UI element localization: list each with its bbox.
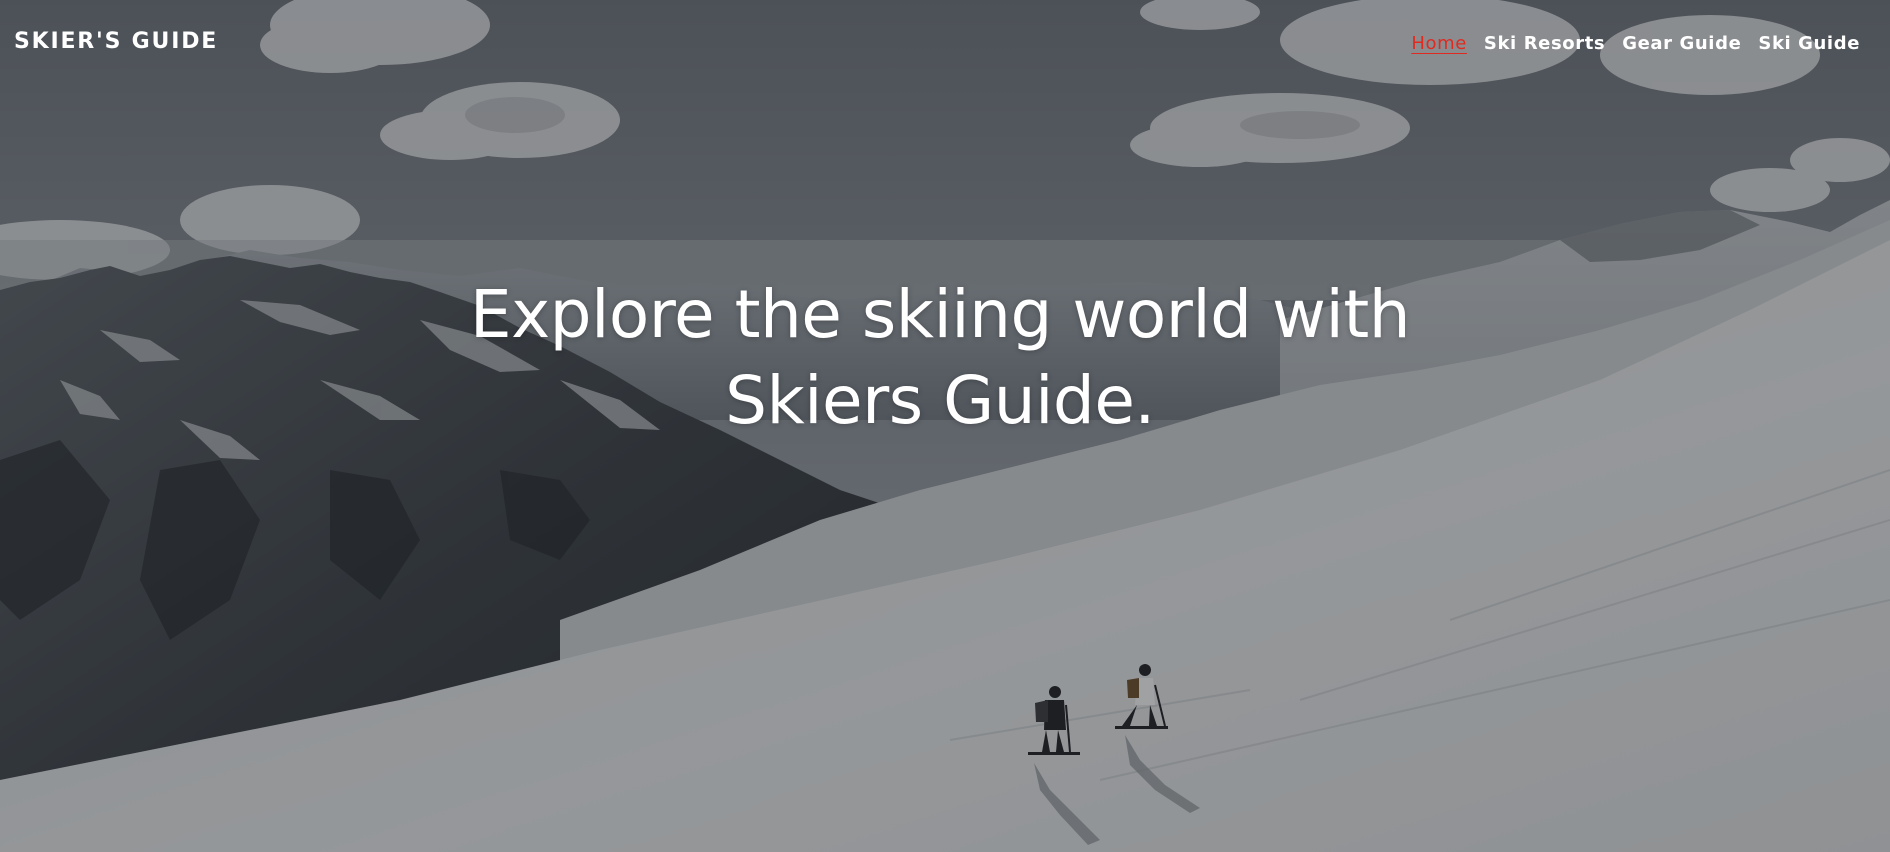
nav-link-home[interactable]: Home: [1411, 33, 1467, 54]
hero-section: SKIER'S GUIDE Home Ski Resorts Gear Guid…: [0, 0, 1890, 852]
nav-link-ski-guide[interactable]: Ski Guide: [1758, 33, 1860, 54]
top-navigation-bar: SKIER'S GUIDE Home Ski Resorts Gear Guid…: [0, 0, 1890, 90]
hero-headline-line-2: Skiers Guide.: [725, 362, 1155, 439]
hero-headline: Explore the skiing world with Skiers Gui…: [395, 272, 1485, 444]
hero-headline-line-1: Explore the skiing world with: [469, 276, 1411, 353]
brand-logo-link[interactable]: SKIER'S GUIDE: [14, 29, 218, 54]
nav-link-ski-resorts[interactable]: Ski Resorts: [1484, 33, 1605, 54]
main-nav: Home Ski Resorts Gear Guide Ski Guide: [1411, 33, 1860, 54]
nav-link-gear-guide[interactable]: Gear Guide: [1622, 33, 1741, 54]
